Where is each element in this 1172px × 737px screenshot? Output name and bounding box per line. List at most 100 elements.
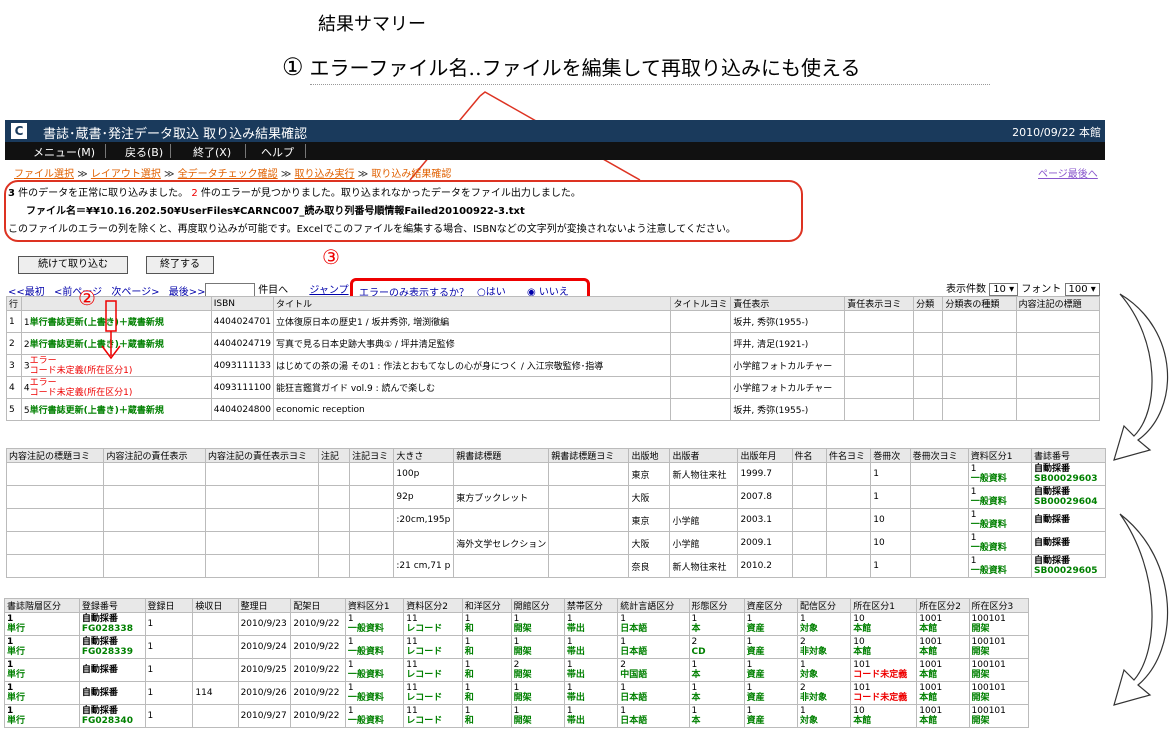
c1-cell: 1 一般資料 bbox=[344, 658, 405, 682]
curved-arrow-icon bbox=[1113, 293, 1169, 461]
table3-header: 所在区分2 bbox=[916, 598, 970, 613]
breadcrumb-separator: ≫ bbox=[280, 169, 292, 180]
c2-cell-name: レコード bbox=[406, 670, 443, 680]
dist-cell-code: 2 bbox=[799, 683, 806, 693]
parent-title-cell: 海外文学セレクション bbox=[453, 531, 550, 555]
table2-header: 出版者 bbox=[669, 448, 739, 463]
row-number: 2 bbox=[6, 332, 22, 355]
annotation-arrow-2 bbox=[101, 300, 121, 360]
isbn-cell: 4093111133 bbox=[210, 354, 274, 377]
table2-header: 出版年月 bbox=[737, 448, 793, 463]
registration-cell-code: 自動採番 bbox=[81, 665, 118, 675]
result-table-1: 行 ISBN タイトル タイトルヨミ 責任表示 責任表示ヨミ 分類 分類表の種類… bbox=[6, 296, 1101, 421]
breadcrumb-data-check[interactable]: 全データチェック確認 bbox=[178, 169, 278, 180]
breadcrumb-separator: ≫ bbox=[77, 169, 88, 180]
empty-cell bbox=[349, 508, 395, 532]
status-text: 単行書誌更新(上書き)＋蔵書新規 bbox=[29, 318, 164, 328]
breadcrumb-file-select[interactable]: ファイル選択 bbox=[14, 169, 74, 180]
loc3-cell-code: 100101 bbox=[971, 660, 1006, 670]
jump-link[interactable]: ジャンプ bbox=[309, 285, 348, 296]
bib-auto-label: 自動採番 bbox=[1034, 515, 1071, 525]
loc1-cell-code: 101 bbox=[853, 683, 871, 693]
empty-cell bbox=[942, 398, 1017, 421]
error-text: 件のエラーが見つかりました。取り込まれなかったデータをファイル出力しました。 bbox=[200, 188, 581, 199]
shelf-date-cell: 2010/9/22 bbox=[290, 704, 346, 728]
ban-cell: 1 帯出 bbox=[563, 612, 619, 636]
bib-number: SB00029605 bbox=[1034, 566, 1098, 576]
registration-cell-name: FG028339 bbox=[81, 647, 133, 657]
loc1-cell-name: 本館 bbox=[853, 716, 872, 726]
table3-header: 資料区分1 bbox=[344, 598, 405, 613]
continue-import-button[interactable]: 続けて取り込む bbox=[18, 256, 128, 274]
ban-cell: 1 帯出 bbox=[563, 681, 619, 705]
lang-cell-code: 1 bbox=[620, 683, 626, 693]
table-header-row: 書誌階層区分 登録番号 登録日 検収日 整理日 配架日 資料区分1 資料区分2 和洋区分 開館区分… bbox=[4, 598, 1030, 613]
empty-cell bbox=[349, 462, 395, 486]
title-bar: C 書誌･蔵書･発注データ取込 取り込み結果確認 2010/09/22 本館 bbox=[5, 120, 1105, 142]
dist-cell-name: 非対象 bbox=[799, 693, 827, 703]
col-row: 行 bbox=[6, 296, 22, 311]
volume-cell: 10 bbox=[870, 508, 911, 532]
level-cell: 1 単行 bbox=[4, 635, 80, 659]
empty-cell bbox=[103, 485, 206, 509]
font-size-select[interactable]: 100 ▾ bbox=[1064, 283, 1100, 296]
open-cell-code: 1 bbox=[513, 706, 520, 716]
accept-date-cell bbox=[192, 704, 239, 728]
loc3-cell-name: 開架 bbox=[971, 647, 990, 657]
result-table-3: 書誌階層区分 登録番号 登録日 検収日 整理日 配架日 資料区分1 資料区分2 和洋区分 開館区分… bbox=[4, 598, 1030, 728]
page-last-link[interactable]: ページ最後へ bbox=[1038, 165, 1098, 180]
empty-cell bbox=[317, 485, 351, 509]
table3-header: 統計言語区分 bbox=[617, 598, 690, 613]
menu-item-menu[interactable]: メニュー(M) bbox=[33, 144, 95, 160]
ban-cell-code: 1 bbox=[566, 614, 573, 624]
level-cell: 1 単行 bbox=[4, 704, 80, 728]
empty-cell bbox=[913, 310, 944, 333]
ban-cell-code: 1 bbox=[566, 683, 573, 693]
bib-auto-label: 自動採番 bbox=[1034, 538, 1071, 548]
wa-cell-code: 1 bbox=[464, 706, 471, 716]
parent-title-cell bbox=[453, 508, 550, 532]
loc2-cell-name: 本館 bbox=[919, 716, 938, 726]
isbn-cell: 4093111100 bbox=[210, 376, 274, 399]
form-cell-code: 2 bbox=[691, 637, 698, 647]
menu-item-back[interactable]: 戻る(B) bbox=[125, 144, 163, 160]
table-row: 1 単行 自動採番 FG028338 1 2010/9/23 2010/9/22 1 一般資料 1… bbox=[4, 612, 1030, 636]
loc3-cell-code: 100101 bbox=[971, 637, 1006, 647]
asset-cell: 1 資産 bbox=[743, 612, 798, 636]
table2-header: 注記 bbox=[317, 448, 351, 463]
empty-cell bbox=[204, 531, 319, 555]
table3-header: 開館区分 bbox=[510, 598, 565, 613]
c2-cell-name: レコード bbox=[406, 716, 443, 726]
ban-cell: 1 帯出 bbox=[563, 658, 619, 682]
parent-title-cell bbox=[453, 462, 550, 486]
registration-cell: 自動採番 FG028340 bbox=[78, 704, 146, 728]
dist-cell-code: 2 bbox=[799, 637, 806, 647]
breadcrumb-layout-select[interactable]: レイアウト選択 bbox=[91, 169, 161, 180]
menu-item-exit[interactable]: 終了(X) bbox=[193, 144, 231, 160]
finish-button[interactable]: 終了する bbox=[146, 256, 214, 274]
table-row: 100p 東京 新人物往来社 1999.7 1 1 一般資料 自動採番 SB00029603 bbox=[5, 462, 1106, 486]
volume-cell: 1 bbox=[870, 462, 911, 486]
form-cell: 2 CD bbox=[688, 635, 745, 659]
empty-cell bbox=[844, 376, 915, 399]
level-cell-name: 単行 bbox=[7, 693, 26, 703]
dist-cell-name: 対象 bbox=[799, 716, 818, 726]
isbn-cell: 4404024800 bbox=[210, 398, 274, 421]
lang-cell-name: 日本語 bbox=[620, 693, 648, 703]
empty-cell bbox=[791, 485, 827, 509]
empty-cell bbox=[103, 462, 206, 486]
empty-cell bbox=[317, 462, 351, 486]
wa-cell: 1和 bbox=[461, 658, 512, 682]
loc3-cell: 100101 開架 bbox=[968, 612, 1030, 636]
table2-header: 巻冊次ヨミ bbox=[909, 448, 969, 463]
open-cell: 1 開架 bbox=[510, 704, 565, 728]
c1-cell-code: 1 bbox=[347, 683, 354, 693]
menu-item-help[interactable]: ヘルプ bbox=[261, 144, 294, 160]
status-cell: 4 エラー コード未定義(所在区分1) bbox=[20, 376, 212, 399]
title-yomi-cell bbox=[670, 354, 732, 377]
c1-cell-name: 一般資料 bbox=[347, 647, 384, 657]
breadcrumb-import-run[interactable]: 取り込み実行 bbox=[295, 169, 355, 180]
place-cell: 東京 bbox=[628, 462, 671, 486]
c1-cell-code: 1 bbox=[347, 706, 354, 716]
display-count-select[interactable]: 10 ▾ bbox=[989, 283, 1019, 296]
